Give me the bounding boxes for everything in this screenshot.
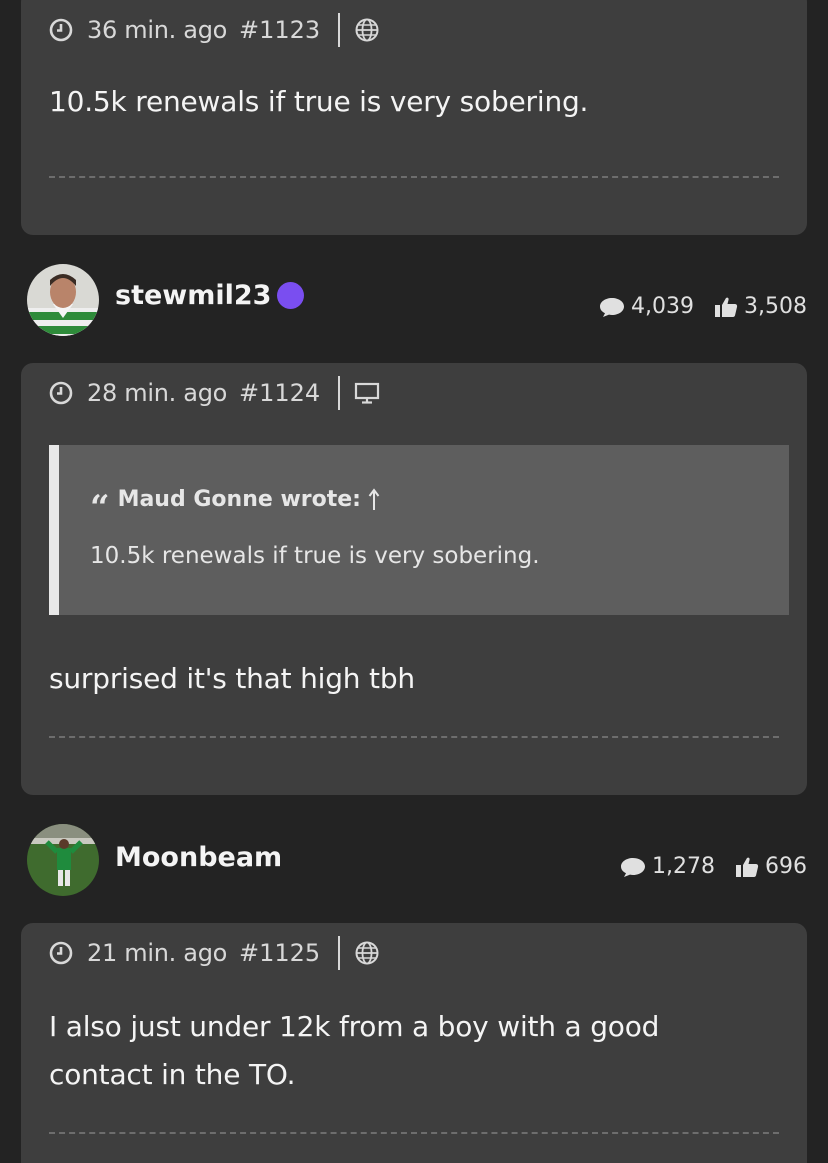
- post-divider: [49, 1132, 779, 1134]
- post-body: I also just under 12k from a boy with a …: [49, 1003, 779, 1099]
- post-card: 21 min. ago #1125 I also just under 12k …: [21, 923, 807, 1163]
- username-link[interactable]: Moonbeam: [115, 842, 282, 873]
- username-link[interactable]: stewmil23: [115, 280, 305, 311]
- like-count-value: 696: [765, 854, 807, 879]
- user-stats: 4,039 3,508: [599, 294, 807, 319]
- post-count-value: 1,278: [652, 854, 715, 879]
- quote-mark-icon: “: [90, 487, 110, 528]
- quote-text: 10.5k renewals if true is very sobering.: [90, 543, 540, 569]
- post-count: 1,278: [620, 854, 715, 879]
- post-number-link[interactable]: #1125: [239, 939, 320, 967]
- forum-thread: 36 min. ago #1123 10.5k renewals if true…: [0, 0, 828, 1163]
- post-divider: [49, 736, 779, 738]
- user-stats: 1,278 696: [620, 854, 807, 879]
- speech-bubble-icon: [621, 857, 646, 877]
- post-number-link[interactable]: #1123: [239, 16, 320, 44]
- user-row: stewmil23 4,039 3,508: [27, 264, 807, 338]
- online-status-dot: [277, 282, 305, 309]
- like-count-value: 3,508: [744, 294, 807, 319]
- quote-author: Maud Gonne wrote:: [117, 487, 361, 512]
- username-text[interactable]: Moonbeam: [115, 842, 282, 873]
- post-meta: 36 min. ago #1123: [49, 13, 380, 47]
- quote-block: “ Maud Gonne wrote: 10.5k renewals if tr…: [49, 445, 789, 615]
- speech-bubble-icon: [600, 297, 625, 317]
- meta-divider: [338, 376, 341, 410]
- post-count-value: 4,039: [631, 294, 695, 319]
- quote-header: “ Maud Gonne wrote:: [90, 487, 381, 525]
- like-count: 3,508: [714, 294, 807, 319]
- post-card: 36 min. ago #1123 10.5k renewals if true…: [21, 0, 807, 235]
- globe-icon: [355, 941, 379, 965]
- clock-icon: [49, 18, 73, 42]
- clock-icon: [49, 941, 73, 965]
- post-number-link[interactable]: #1124: [239, 379, 320, 407]
- username-text[interactable]: stewmil23: [115, 280, 271, 311]
- avatar[interactable]: [27, 264, 99, 336]
- post-body: 10.5k renewals if true is very sobering.: [49, 85, 589, 118]
- user-row: Moonbeam 1,278 696: [27, 824, 807, 898]
- post-body-line: contact in the TO.: [49, 1058, 296, 1091]
- avatar[interactable]: [27, 824, 99, 896]
- post-time: 36 min. ago: [87, 16, 228, 44]
- post-body: surprised it's that high tbh: [49, 662, 415, 695]
- post-card: 28 min. ago #1124 “ Maud Gonne wrote: 10…: [21, 363, 807, 795]
- post-meta: 21 min. ago #1125: [49, 936, 380, 970]
- like-count: 696: [735, 854, 807, 879]
- post-count: 4,039: [599, 294, 694, 319]
- post-meta: 28 min. ago #1124: [49, 376, 380, 410]
- post-time: 28 min. ago: [87, 379, 228, 407]
- post-body-line: I also just under 12k from a boy with a …: [49, 1010, 660, 1043]
- meta-divider: [338, 13, 341, 47]
- thumbs-up-icon: [736, 857, 759, 877]
- meta-divider: [338, 936, 341, 970]
- arrow-up-icon[interactable]: [367, 487, 381, 512]
- clock-icon: [49, 381, 73, 405]
- thumbs-up-icon: [715, 297, 738, 317]
- post-divider: [49, 176, 779, 178]
- globe-icon: [355, 18, 379, 42]
- desktop-icon: [355, 382, 380, 404]
- post-time: 21 min. ago: [87, 939, 228, 967]
